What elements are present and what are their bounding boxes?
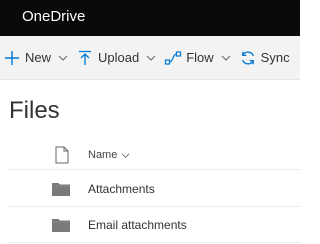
list-item-name[interactable]: Email attachments bbox=[88, 218, 187, 232]
new-button[interactable]: New bbox=[3, 36, 76, 79]
upload-button-label: Upload bbox=[98, 50, 140, 65]
top-bar: OneDrive bbox=[0, 0, 300, 36]
list-header: Name bbox=[9, 140, 300, 170]
folder-icon bbox=[52, 219, 70, 232]
upload-button[interactable]: Upload bbox=[76, 36, 164, 79]
list-item[interactable]: Attachments bbox=[9, 171, 300, 207]
flow-icon bbox=[165, 50, 182, 65]
new-button-label: New bbox=[25, 50, 52, 65]
document-icon[interactable] bbox=[55, 146, 69, 164]
folder-icon bbox=[52, 183, 70, 196]
flow-button-label: Flow bbox=[186, 50, 214, 65]
plus-icon bbox=[5, 50, 19, 65]
name-column-label: Name bbox=[88, 149, 118, 161]
sync-button-label: Sync bbox=[260, 50, 290, 65]
chevron-down-icon bbox=[58, 55, 68, 61]
chevron-down-icon bbox=[121, 152, 130, 158]
upload-icon bbox=[79, 50, 92, 65]
name-column-header[interactable]: Name bbox=[88, 149, 131, 161]
chevron-down-icon bbox=[146, 55, 156, 61]
sync-icon bbox=[241, 51, 254, 64]
app-title[interactable]: OneDrive bbox=[22, 7, 85, 27]
list-item-name[interactable]: Attachments bbox=[88, 182, 155, 196]
page-title: Files bbox=[9, 97, 60, 124]
list-item[interactable]: Email attachments bbox=[9, 207, 300, 243]
chevron-down-icon bbox=[221, 55, 231, 61]
command-bar: New Upload Flow Sync bbox=[0, 36, 300, 80]
sync-button[interactable]: Sync bbox=[239, 36, 297, 79]
flow-button[interactable]: Flow bbox=[164, 36, 238, 79]
